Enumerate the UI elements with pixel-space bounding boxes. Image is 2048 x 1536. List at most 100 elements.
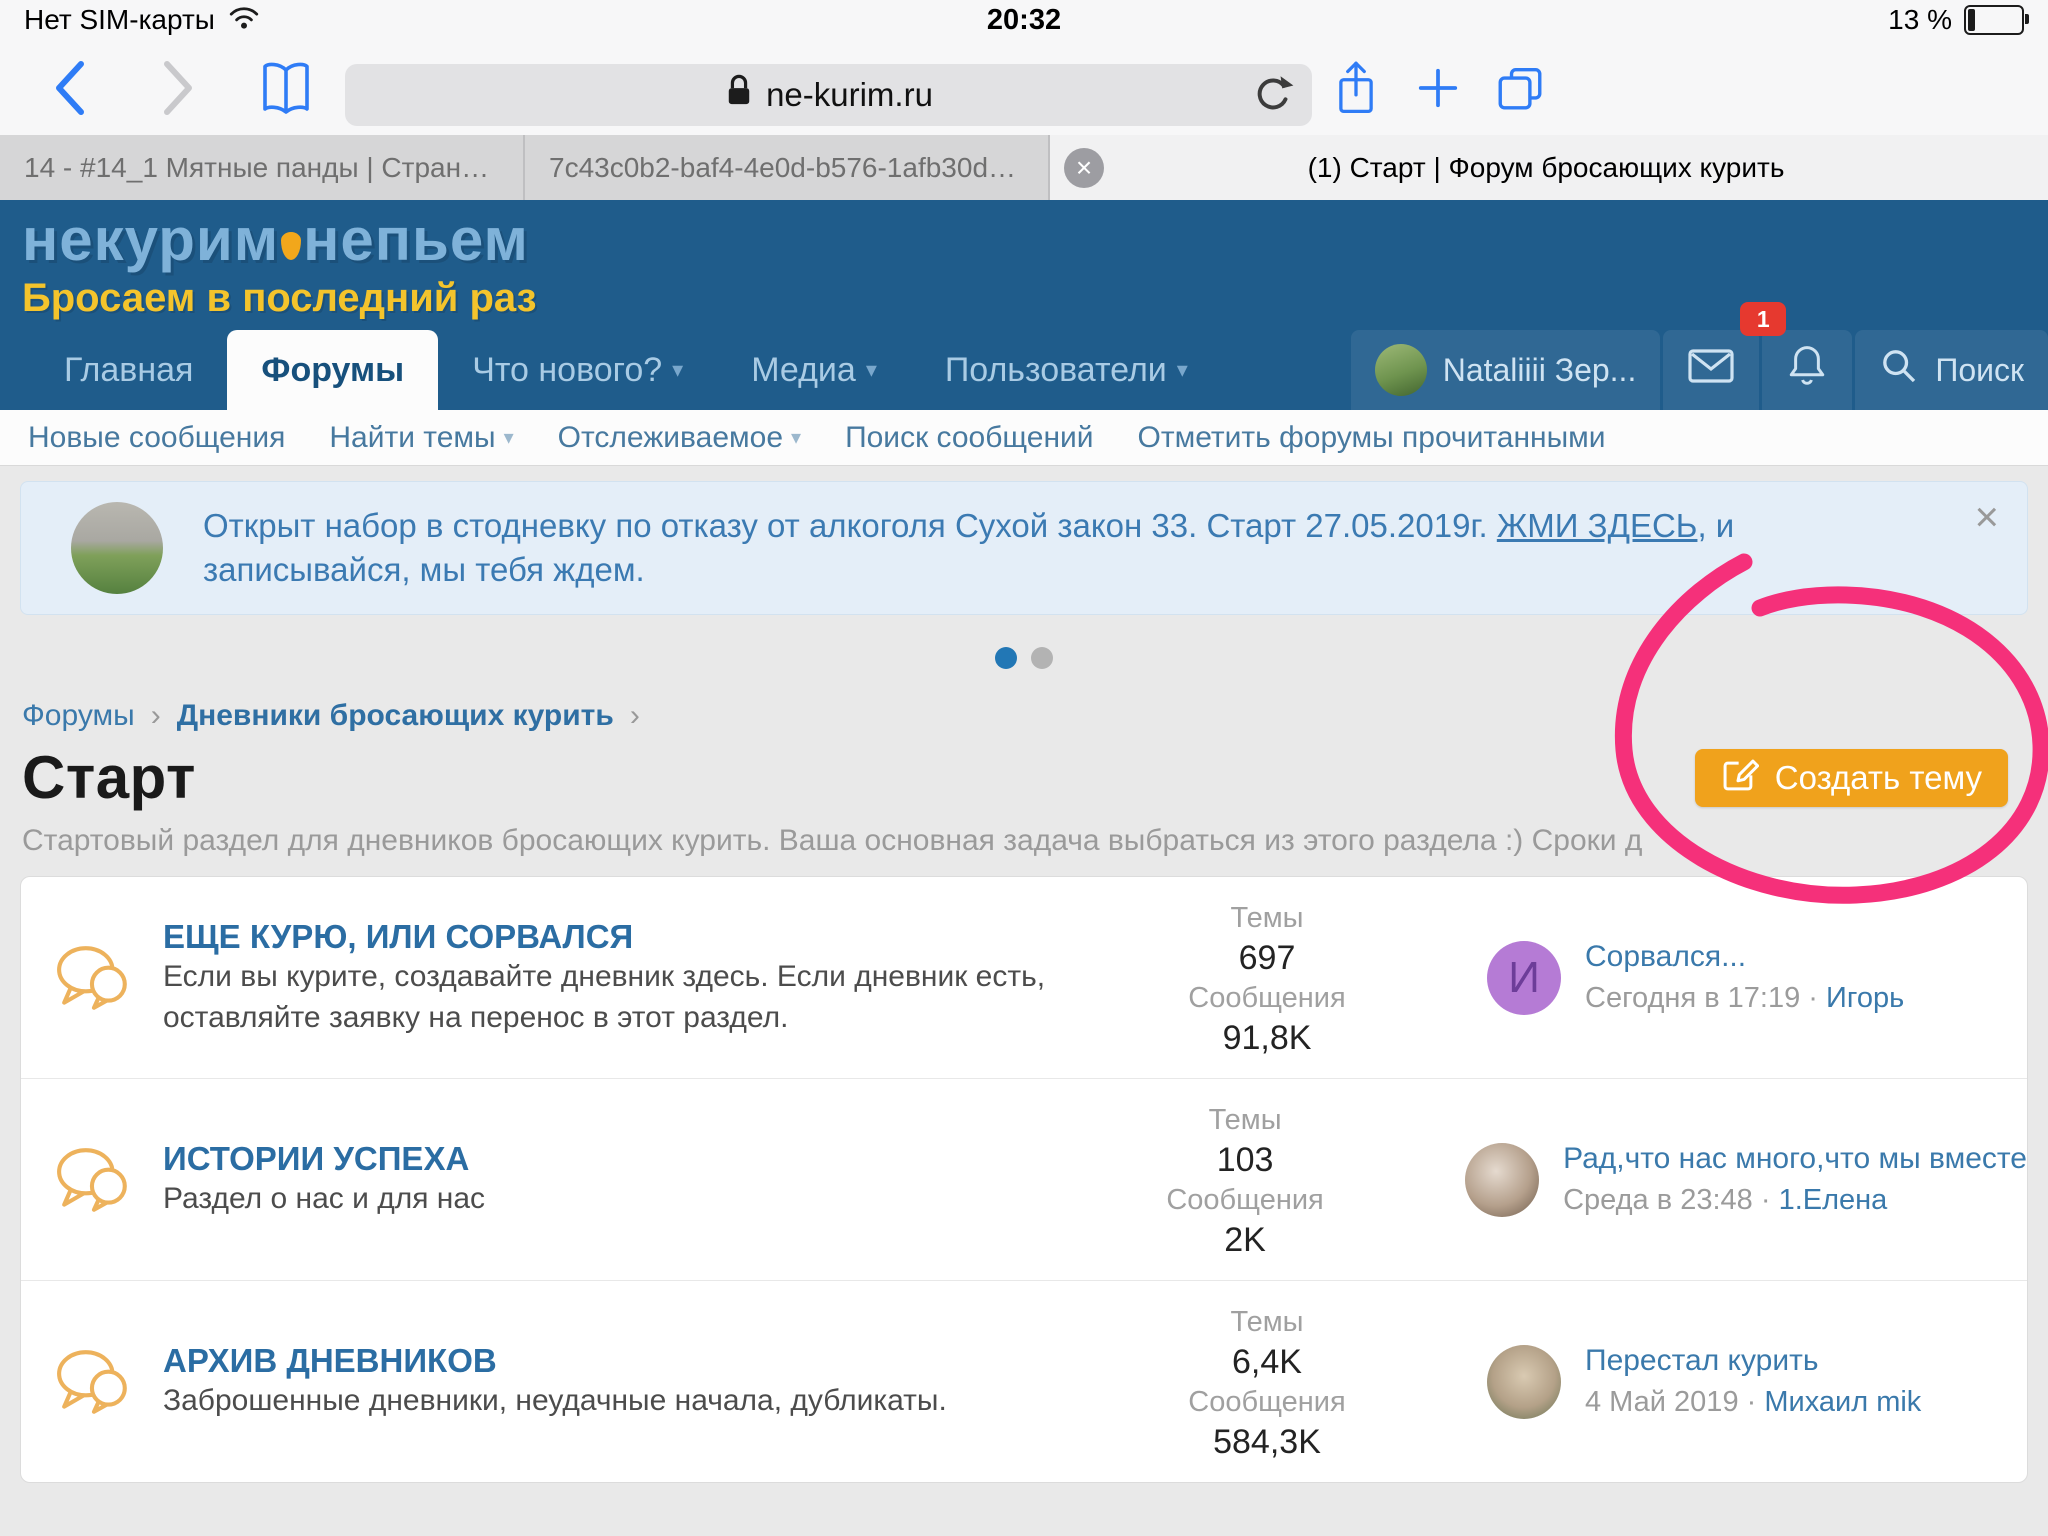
carrier-label: Нет SIM-карты	[24, 4, 215, 36]
topics-label: Темы	[1107, 898, 1427, 938]
last-post-user[interactable]: Михаил mik	[1764, 1386, 1921, 1418]
subnav-search-posts[interactable]: Поиск сообщений	[845, 421, 1093, 455]
url-text: ne-kurim.ru	[766, 76, 933, 114]
banner-avatar	[71, 502, 163, 594]
forum-list: ЕЩЕ КУРЮ, ИЛИ СОРВАЛСЯ Если вы курите, с…	[20, 876, 2028, 1483]
address-bar[interactable]: ne-kurim.ru	[345, 64, 1312, 126]
avatar[interactable]: И	[1487, 941, 1561, 1015]
avatar	[1375, 344, 1427, 396]
nav-home[interactable]: Главная	[30, 330, 227, 410]
last-post: Рад,что нас много,что мы вместе Среда в …	[1405, 1142, 2027, 1217]
bell-icon	[1786, 343, 1828, 397]
subnav-new-posts[interactable]: Новые сообщения	[28, 421, 285, 455]
close-icon[interactable]: ×	[1974, 496, 1999, 538]
subnav-mark-read[interactable]: Отметить форумы прочитанными	[1138, 421, 1606, 455]
nav-forums[interactable]: Форумы	[227, 330, 438, 410]
messages-label: Сообщения	[1107, 1382, 1427, 1422]
search-icon	[1879, 346, 1919, 394]
inbox-button[interactable]	[1663, 330, 1759, 410]
last-post-title[interactable]: Перестал курить	[1585, 1344, 1818, 1377]
account-menu[interactable]: Nataliiii Зер...	[1351, 330, 1661, 410]
topics-label: Темы	[1107, 1302, 1427, 1342]
forum-row-success-stories[interactable]: ИСТОРИИ УСПЕХА Раздел о нас и для нас Те…	[21, 1079, 2027, 1281]
forum-stats: Темы 697 Сообщения 91,8K	[1107, 898, 1427, 1058]
browser-tab-active[interactable]: × (1) Старт | Форум бросающих курить	[1050, 135, 2048, 200]
last-post-date: Сегодня в 17:19	[1585, 982, 1800, 1014]
logo-part-1: некурим	[22, 206, 279, 273]
forward-button[interactable]	[150, 58, 206, 118]
logo-dot-icon	[281, 232, 301, 260]
forum-title-link[interactable]: ИСТОРИИ УСПЕХА	[163, 1140, 469, 1177]
battery-icon	[1964, 5, 2024, 35]
forum-description: Стартовый раздел для дневников бросающих…	[22, 824, 1642, 858]
browser-tab-2[interactable]: 7c43c0b2-baf4-4e0d-b576-1afb30dbb438-gif…	[525, 135, 1050, 200]
breadcrumb-diaries[interactable]: Дневники бросающих курить	[177, 699, 614, 733]
chevron-down-icon: ▾	[791, 425, 801, 450]
breadcrumb-forums[interactable]: Форумы	[22, 699, 135, 733]
chevron-right-icon: ›	[630, 699, 640, 733]
avatar[interactable]	[1487, 1345, 1561, 1419]
logo-part-2: непьем	[303, 206, 529, 273]
tab-title: (1) Старт | Форум бросающих курить	[1104, 152, 1988, 184]
banner-text: Открыт набор в стодневку по отказу от ал…	[203, 504, 1943, 592]
topics-count: 103	[1085, 1140, 1405, 1180]
alert-badge: 1	[1740, 302, 1786, 336]
forum-desc: Заброшенные дневники, неудачные начала, …	[163, 1380, 1087, 1421]
tabs-overview-button[interactable]	[1492, 58, 1548, 118]
forum-row-still-smoking[interactable]: ЕЩЕ КУРЮ, ИЛИ СОРВАЛСЯ Если вы курите, с…	[21, 877, 2027, 1079]
forum-desc: Раздел о нас и для нас	[163, 1178, 1065, 1219]
forum-desc: Если вы курите, создавайте дневник здесь…	[163, 956, 1087, 1038]
envelope-icon	[1687, 347, 1735, 393]
nav-whats-new[interactable]: Что нового?▾	[438, 330, 717, 410]
tab-title: 7c43c0b2-baf4-4e0d-b576-1afb30dbb438-gif…	[525, 152, 1048, 184]
nav-members[interactable]: Пользователи▾	[911, 330, 1222, 410]
banner-link[interactable]: ЖМИ ЗДЕСЬ	[1497, 507, 1698, 544]
chat-bubbles-icon	[55, 1347, 133, 1417]
battery-percent: 13 %	[1888, 4, 1952, 36]
last-post-title[interactable]: Рад,что нас много,что мы вместе	[1563, 1142, 2027, 1175]
notice-banner: Открыт набор в стодневку по отказу от ал…	[20, 481, 2028, 615]
tab-title: 14 - #14_1 Мятные панды | Страница 234 |…	[0, 152, 523, 184]
subnav-find-threads[interactable]: Найти темы▾	[329, 421, 513, 455]
username: Nataliiii Зер...	[1443, 352, 1637, 389]
forum-row-archive[interactable]: АРХИВ ДНЕВНИКОВ Заброшенные дневники, не…	[21, 1281, 2027, 1482]
last-post-user[interactable]: Игорь	[1826, 982, 1904, 1014]
avatar[interactable]	[1465, 1143, 1539, 1217]
browser-tab-1[interactable]: 14 - #14_1 Мятные панды | Страница 234 |…	[0, 135, 525, 200]
reload-button[interactable]	[1250, 72, 1296, 126]
banner-pager	[0, 647, 2048, 669]
subnav-watched[interactable]: Отслеживаемое▾	[558, 421, 801, 455]
site-header: некуримнепьем Бросаем в последний раз Гл…	[0, 200, 2048, 410]
back-button[interactable]	[42, 58, 98, 118]
chat-bubbles-icon	[55, 943, 133, 1013]
pager-dot[interactable]	[1031, 647, 1053, 669]
forum-title-link[interactable]: АРХИВ ДНЕВНИКОВ	[163, 1342, 497, 1379]
create-thread-button[interactable]: Создать тему	[1695, 749, 2008, 807]
share-button[interactable]	[1328, 58, 1384, 118]
pager-dot-active[interactable]	[995, 647, 1017, 669]
last-post-user[interactable]: 1.Елена	[1779, 1184, 1888, 1216]
browser-toolbar: ne-kurim.ru	[0, 40, 2048, 135]
forum-stats: Темы 103 Сообщения 2K	[1085, 1100, 1405, 1260]
last-post-title[interactable]: Сорвался...	[1585, 940, 1746, 973]
screen: Нет SIM-карты 20:32 13 % ne-kurim.ru	[0, 0, 2048, 1536]
wifi-icon	[227, 3, 261, 38]
close-tab-icon[interactable]: ×	[1064, 148, 1104, 188]
forum-title-link[interactable]: ЕЩЕ КУРЮ, ИЛИ СОРВАЛСЯ	[163, 918, 633, 955]
forum-stats: Темы 6,4K Сообщения 584,3K	[1107, 1302, 1427, 1462]
messages-count: 2K	[1085, 1220, 1405, 1260]
topics-count: 6,4K	[1107, 1342, 1427, 1382]
messages-count: 91,8K	[1107, 1018, 1427, 1058]
nav-media[interactable]: Медиа▾	[717, 330, 911, 410]
search-button[interactable]: Поиск	[1855, 330, 2048, 410]
bookmarks-icon[interactable]	[258, 58, 314, 118]
chevron-down-icon: ▾	[1177, 357, 1188, 383]
alerts-button[interactable]: 1	[1762, 330, 1852, 410]
lock-icon	[724, 72, 754, 118]
new-tab-button[interactable]	[1410, 58, 1466, 118]
messages-count: 584,3K	[1107, 1422, 1427, 1462]
site-logo[interactable]: некуримнепьем Бросаем в последний раз	[22, 210, 537, 318]
sub-navigation: Новые сообщения Найти темы▾ Отслеживаемо…	[0, 410, 2048, 466]
chevron-down-icon: ▾	[672, 357, 683, 383]
messages-label: Сообщения	[1107, 978, 1427, 1018]
